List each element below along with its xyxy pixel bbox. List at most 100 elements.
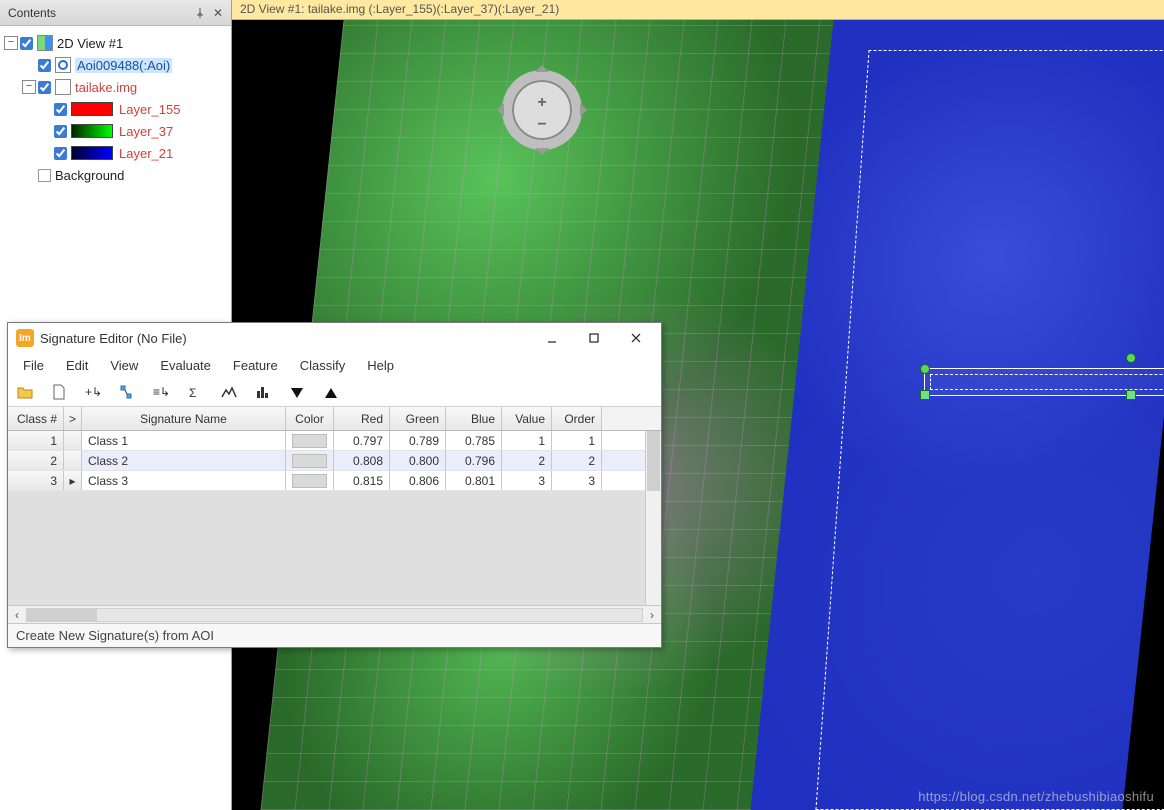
pan-west-icon[interactable] — [490, 103, 504, 117]
new-file-icon[interactable] — [48, 381, 70, 403]
layer-checkbox-empty[interactable] — [38, 169, 51, 182]
svg-text:Σ: Σ — [189, 386, 196, 400]
nav-compass[interactable]: + − — [492, 60, 592, 160]
table-row[interactable]: 1 Class 1 0.797 0.789 0.785 1 1 — [8, 431, 661, 451]
sum-icon[interactable]: Σ — [184, 381, 206, 403]
svg-text:≡↳: ≡↳ — [153, 385, 170, 399]
pan-south-icon[interactable] — [535, 148, 549, 162]
band-swatch-green — [71, 124, 113, 138]
menu-evaluate[interactable]: Evaluate — [151, 355, 220, 376]
cell-color[interactable] — [286, 471, 334, 490]
cell-name[interactable]: Class 2 — [82, 451, 286, 470]
close-button[interactable] — [615, 325, 657, 351]
collapse-icon[interactable]: − — [4, 36, 18, 50]
cell-red[interactable]: 0.815 — [334, 471, 390, 490]
cell-classnum[interactable]: 3 — [8, 471, 64, 490]
cell-order[interactable]: 3 — [552, 471, 602, 490]
layer-checkbox[interactable] — [54, 147, 67, 160]
cell-classnum[interactable]: 2 — [8, 451, 64, 470]
grid-body: 1 Class 1 0.797 0.789 0.785 1 1 2 Class … — [8, 431, 661, 491]
col-header-value[interactable]: Value — [502, 407, 552, 430]
cell-name[interactable]: Class 3 — [82, 471, 286, 490]
col-header-green[interactable]: Green — [390, 407, 446, 430]
cell-value[interactable]: 1 — [502, 431, 552, 450]
cell-value[interactable]: 3 — [502, 471, 552, 490]
zoom-in-icon[interactable]: + — [537, 94, 546, 112]
tree-item-layer[interactable]: Layer_155 — [4, 98, 227, 120]
layer-checkbox[interactable] — [38, 59, 51, 72]
cell-green[interactable]: 0.800 — [390, 451, 446, 470]
menu-feature[interactable]: Feature — [224, 355, 287, 376]
resize-handle[interactable] — [920, 390, 930, 400]
rotate-handle[interactable] — [1126, 353, 1136, 363]
cell-order[interactable]: 2 — [552, 451, 602, 470]
resize-handle[interactable] — [1126, 390, 1136, 400]
tree-item-aoi[interactable]: Aoi009488(:Aoi) — [4, 54, 227, 76]
pan-east-icon[interactable] — [580, 103, 594, 117]
tree-item-layer[interactable]: Layer_21 — [4, 142, 227, 164]
col-header-blue[interactable]: Blue — [446, 407, 502, 430]
layer-checkbox[interactable] — [38, 81, 51, 94]
minimize-button[interactable] — [531, 325, 573, 351]
col-header-red[interactable]: Red — [334, 407, 390, 430]
tree-item-background[interactable]: Background — [4, 164, 227, 186]
table-row[interactable]: 2 Class 2 0.808 0.800 0.796 2 2 — [8, 451, 661, 471]
col-header-arrow[interactable]: > — [64, 407, 82, 430]
merge-signature-icon[interactable] — [116, 381, 138, 403]
horizontal-scrollbar[interactable]: ‹ › — [8, 605, 661, 623]
menu-file[interactable]: File — [14, 355, 53, 376]
tree-item-layer[interactable]: Layer_37 — [4, 120, 227, 142]
scrollbar-track[interactable] — [26, 608, 643, 622]
col-header-order[interactable]: Order — [552, 407, 602, 430]
cell-blue[interactable]: 0.785 — [446, 431, 502, 450]
vertical-scrollbar[interactable] — [645, 431, 661, 605]
menu-view[interactable]: View — [101, 355, 147, 376]
scrollbar-thumb[interactable] — [647, 431, 660, 491]
pin-icon[interactable] — [191, 4, 209, 22]
col-header-classnum[interactable]: Class # — [8, 407, 64, 430]
cell-value[interactable]: 2 — [502, 451, 552, 470]
cell-green[interactable]: 0.789 — [390, 431, 446, 450]
menu-classify[interactable]: Classify — [291, 355, 355, 376]
scroll-left-icon[interactable]: ‹ — [8, 607, 26, 623]
close-panel-icon[interactable]: ✕ — [209, 4, 227, 22]
layer-checkbox[interactable] — [20, 37, 33, 50]
open-file-icon[interactable] — [14, 381, 36, 403]
aoi-icon — [55, 57, 71, 73]
aoi-selected-rect[interactable] — [924, 368, 1164, 396]
col-header-name[interactable]: Signature Name — [82, 407, 286, 430]
tree-root-2dview[interactable]: − 2D View #1 — [4, 32, 227, 54]
cell-green[interactable]: 0.806 — [390, 471, 446, 490]
cell-color[interactable] — [286, 431, 334, 450]
up-triangle-icon[interactable] — [320, 381, 342, 403]
replace-signature-icon[interactable]: ≡↳ — [150, 381, 172, 403]
cell-color[interactable] — [286, 451, 334, 470]
menu-help[interactable]: Help — [358, 355, 403, 376]
cell-order[interactable]: 1 — [552, 431, 602, 450]
mean-plot-icon[interactable] — [218, 381, 240, 403]
cell-red[interactable]: 0.797 — [334, 431, 390, 450]
zoom-out-icon[interactable]: − — [537, 116, 546, 134]
menu-edit[interactable]: Edit — [57, 355, 97, 376]
layer-checkbox[interactable] — [54, 103, 67, 116]
cell-red[interactable]: 0.808 — [334, 451, 390, 470]
add-signature-icon[interactable]: +↳ — [82, 381, 104, 403]
col-header-color[interactable]: Color — [286, 407, 334, 430]
cell-blue[interactable]: 0.801 — [446, 471, 502, 490]
collapse-icon[interactable]: − — [22, 80, 36, 94]
layer-checkbox[interactable] — [54, 125, 67, 138]
maximize-button[interactable] — [573, 325, 615, 351]
cell-blue[interactable]: 0.796 — [446, 451, 502, 470]
scroll-right-icon[interactable]: › — [643, 607, 661, 623]
cell-name[interactable]: Class 1 — [82, 431, 286, 450]
histogram-icon[interactable] — [252, 381, 274, 403]
pan-north-icon[interactable] — [535, 58, 549, 72]
cell-classnum[interactable]: 1 — [8, 431, 64, 450]
sig-titlebar[interactable]: Im Signature Editor (No File) — [8, 323, 661, 353]
tree-item-image[interactable]: − tailake.img — [4, 76, 227, 98]
svg-text:+↳: +↳ — [85, 385, 102, 399]
table-row[interactable]: 3 ▸ Class 3 0.815 0.806 0.801 3 3 — [8, 471, 661, 491]
scrollbar-thumb[interactable] — [27, 609, 97, 621]
resize-handle[interactable] — [920, 364, 930, 374]
down-triangle-icon[interactable] — [286, 381, 308, 403]
